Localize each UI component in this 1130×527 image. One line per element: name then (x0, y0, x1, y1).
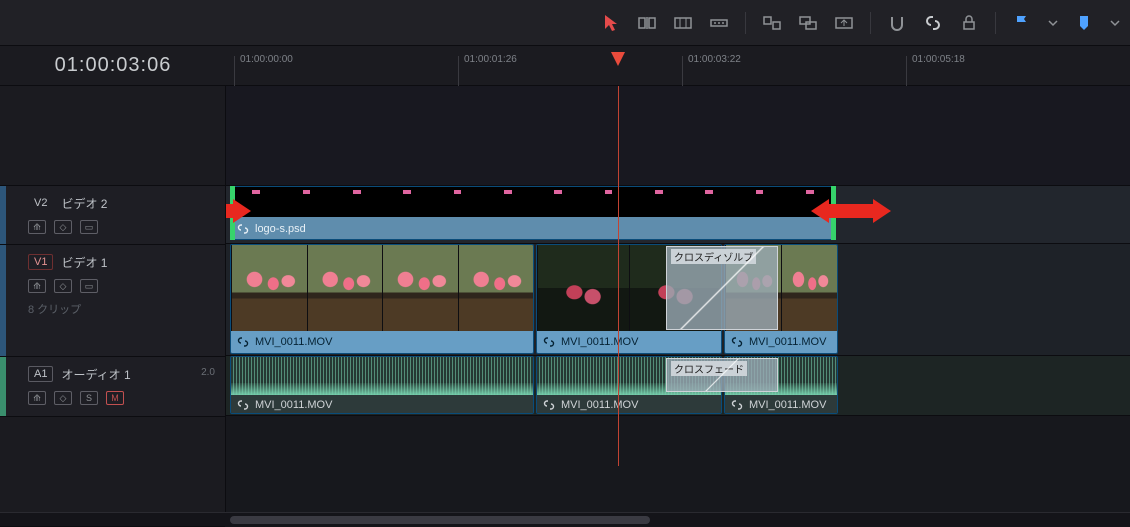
annotation-arrow-left (226, 204, 251, 218)
track-name-v1: ビデオ 1 (61, 254, 107, 271)
auto-select-icon[interactable]: ◇ (54, 220, 72, 234)
track-name-v2: ビデオ 2 (61, 195, 107, 212)
transition-video[interactable]: クロスディゾルブ (666, 246, 778, 330)
transition-label: クロスフェード (671, 361, 747, 376)
link-icon (731, 399, 743, 411)
lock-icon[interactable]: ⟰ (28, 279, 46, 293)
spacer-track (226, 416, 1130, 512)
timecode-row: 01:00:03:06 01:00:00:0001:00:01:2601:00:… (0, 46, 1130, 86)
clip-filename: MVI_0011.MOV (255, 399, 332, 411)
auto-select-icon[interactable]: ◇ (54, 391, 72, 405)
clip-filename: MVI_0011.MOV (561, 399, 638, 411)
track-a1[interactable]: MVI_0011.MOV MVI_0011.MOV MVI_0011.MOV クロスフ… (226, 356, 1130, 416)
timeline-toolbar (0, 0, 1130, 46)
marker-icon[interactable] (1074, 13, 1094, 33)
track-v2[interactable]: logo-s.psd (226, 186, 1130, 244)
spacer-header (0, 417, 225, 527)
select-tool-icon[interactable] (601, 13, 621, 33)
link-icon (543, 399, 555, 411)
blank-track (226, 86, 1130, 186)
transition-audio[interactable]: クロスフェード (666, 358, 778, 392)
track-tag-v2[interactable]: V2 (28, 195, 53, 211)
link-icon (237, 223, 249, 235)
ruler-tick: 01:00:05:18 (912, 54, 965, 65)
marker-dropdown-icon[interactable] (1110, 13, 1120, 33)
append-icon[interactable] (709, 13, 729, 33)
auto-select-icon[interactable]: ◇ (54, 279, 72, 293)
annotation-arrow-right (811, 204, 891, 218)
thumbnail-icon[interactable]: ▭ (80, 220, 98, 234)
track-tag-a1[interactable]: A1 (28, 366, 53, 382)
link-icon (543, 336, 555, 348)
thumbnail-icon[interactable]: ▭ (80, 279, 98, 293)
snap-icon[interactable] (887, 13, 907, 33)
playhead-line (618, 86, 619, 466)
clip-filename: MVI_0011.MOV (255, 336, 332, 348)
clip-filename: MVI_0011.MOV (561, 336, 638, 348)
overwrite-icon[interactable] (673, 13, 693, 33)
clip-count: 8 クリップ (28, 301, 225, 317)
ruler-tick: 01:00:00:00 (240, 54, 293, 65)
ruler-tick: 01:00:01:26 (464, 54, 517, 65)
flag-dropdown-icon[interactable] (1048, 13, 1058, 33)
track-header-a1[interactable]: 2.0 A1 オーディオ 1 ⟰ ◇ S M (0, 357, 225, 417)
track-header-v1[interactable]: V1 ビデオ 1 ⟰ ◇ ▭ 8 クリップ (0, 245, 225, 357)
link-icon (237, 399, 249, 411)
replace-icon[interactable] (798, 13, 818, 33)
insert-icon[interactable] (637, 13, 657, 33)
track-name-a1: オーディオ 1 (61, 366, 130, 383)
track-v1[interactable]: MVI_0011.MOV MVI_0011.MOV MVI_0011.MOV クロスデ… (226, 244, 1130, 356)
clip-image[interactable]: logo-s.psd (230, 186, 836, 240)
track-headers-sidebar: V2 ビデオ 2 ⟰ ◇ ▭ V1 ビデオ 1 ⟰ ◇ ▭ 8 クリップ (0, 86, 226, 512)
solo-button[interactable]: S (80, 391, 98, 405)
lock-icon[interactable]: ⟰ (28, 220, 46, 234)
link-icon (731, 336, 743, 348)
audio-level: 2.0 (201, 367, 215, 378)
clip-filename: logo-s.psd (255, 223, 306, 235)
transition-label: クロスディゾルブ (671, 249, 756, 264)
scrollbar-thumb[interactable] (230, 516, 650, 524)
flag-icon[interactable] (1012, 13, 1032, 33)
mute-button[interactable]: M (106, 391, 124, 405)
lock-icon[interactable] (959, 13, 979, 33)
timeline-ruler[interactable]: 01:00:00:00 01:00:01:26 01:00:03:22 01:00:0… (226, 46, 1130, 85)
link-icon (237, 336, 249, 348)
track-tag-v1[interactable]: V1 (28, 254, 53, 270)
timeline-tracks-area[interactable]: logo-s.psdMVI_0011.MOVMVI_0011.MOVMVI_00… (226, 86, 1130, 512)
current-timecode: 01:00:03:06 (0, 54, 226, 77)
ripple-icon[interactable] (762, 13, 782, 33)
horizontal-scrollbar[interactable] (0, 512, 1130, 526)
track-header-v2[interactable]: V2 ビデオ 2 ⟰ ◇ ▭ (0, 186, 225, 245)
clip-video[interactable]: MVI_0011.MOV (230, 244, 534, 354)
clip-audio[interactable]: MVI_0011.MOV (230, 356, 534, 414)
fit-icon[interactable] (834, 13, 854, 33)
playhead-icon[interactable] (611, 52, 625, 66)
clip-filename: MVI_0011.MOV (749, 336, 826, 348)
clip-filename: MVI_0011.MOV (749, 399, 826, 411)
blank-header (0, 86, 225, 186)
link-icon[interactable] (923, 13, 943, 33)
ruler-tick: 01:00:03:22 (688, 54, 741, 65)
lock-icon[interactable]: ⟰ (28, 391, 46, 405)
